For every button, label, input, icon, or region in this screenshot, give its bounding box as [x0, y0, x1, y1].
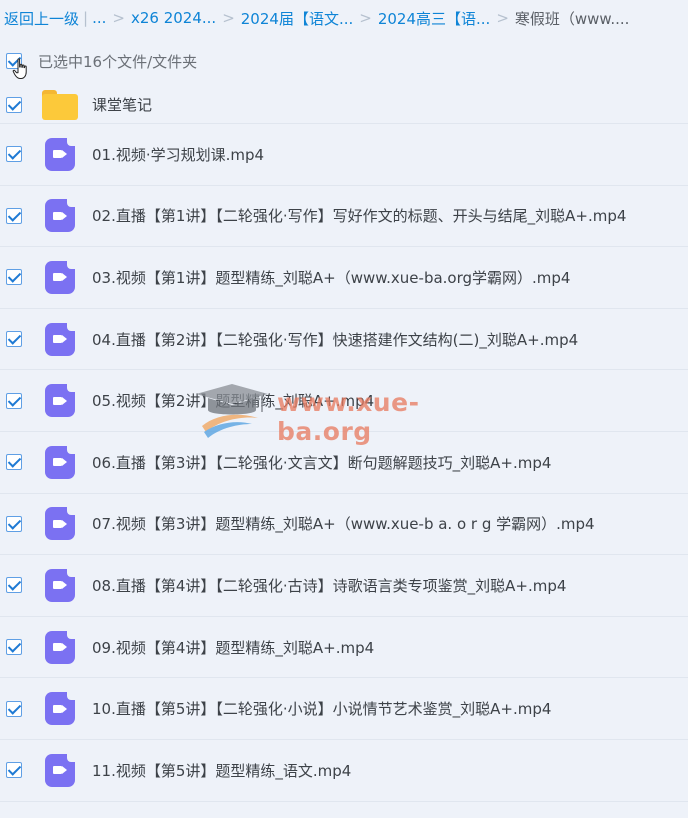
list-item[interactable]: 09.视频【第4讲】题型精练_刘聪A+.mp4 — [0, 617, 688, 679]
row-checkbox[interactable] — [6, 146, 22, 163]
list-item[interactable]: 11.视频【第5讲】题型精练_语文.mp4 — [0, 740, 688, 802]
video-file-icon — [42, 691, 78, 727]
list-item[interactable]: 10.直播【第5讲】【二轮强化·小说】小说情节艺术鉴赏_刘聪A+.mp4 — [0, 678, 688, 740]
list-item[interactable]: 06.直播【第3讲】【二轮强化·文言文】断句题解题技巧_刘聪A+.mp4 — [0, 432, 688, 494]
video-file-icon — [42, 444, 78, 480]
list-item[interactable]: 03.视频【第1讲】题型精练_刘聪A+（www.xue-ba.org学霸网）.m… — [0, 247, 688, 309]
selection-count-label: 已选中16个文件/文件夹 — [38, 52, 198, 71]
video-file-icon — [42, 383, 78, 419]
chevron-right-icon: > — [359, 9, 372, 27]
video-file-icon — [42, 321, 78, 357]
row-checkbox[interactable] — [6, 762, 22, 779]
file-list: 课堂笔记 01.视频·学习规划课.mp4 02.直播【第1讲】【二轮强化·写作】写… — [0, 86, 688, 802]
file-name: 04.直播【第2讲】【二轮强化·写作】快速搭建作文结构(二)_刘聪A+.mp4 — [92, 330, 579, 349]
row-checkbox[interactable] — [6, 392, 22, 409]
video-file-icon — [42, 198, 78, 234]
list-item[interactable]: 05.视频【第2讲】题型精练_刘聪A+.mp4 — [0, 370, 688, 432]
list-item[interactable]: 08.直播【第4讲】【二轮强化·古诗】诗歌语言类专项鉴赏_刘聪A+.mp4 — [0, 555, 688, 617]
row-checkbox[interactable] — [6, 331, 22, 348]
file-name: 01.视频·学习规划课.mp4 — [92, 145, 265, 164]
chevron-right-icon: > — [222, 9, 235, 27]
file-browser: 返回上一级 | ... > x26 2024... > 2024届【语文... … — [0, 0, 688, 818]
chevron-right-icon: > — [112, 9, 125, 27]
file-name: 05.视频【第2讲】题型精练_刘聪A+.mp4 — [92, 392, 375, 411]
breadcrumb-divider: | — [83, 9, 89, 27]
file-name: 02.直播【第1讲】【二轮强化·写作】写好作文的标题、开头与结尾_刘聪A+.mp… — [92, 207, 627, 226]
hand-cursor-icon — [12, 58, 27, 79]
video-file-icon — [42, 629, 78, 665]
list-item-folder[interactable]: 课堂笔记 — [0, 86, 688, 124]
row-checkbox[interactable] — [6, 515, 22, 532]
selection-bar: 已选中16个文件/文件夹 — [0, 36, 688, 86]
file-name: 11.视频【第5讲】题型精练_语文.mp4 — [92, 761, 352, 780]
breadcrumb-item[interactable]: 2024届【语文... — [241, 8, 353, 29]
video-file-icon — [42, 259, 78, 295]
breadcrumb-ellipsis[interactable]: ... — [92, 9, 106, 27]
row-checkbox[interactable] — [6, 207, 22, 224]
list-item[interactable]: 07.视频【第3讲】题型精练_刘聪A+（www.xue-b a. o r g 学… — [0, 494, 688, 556]
video-file-icon — [42, 752, 78, 788]
chevron-right-icon: > — [496, 9, 509, 27]
row-checkbox[interactable] — [6, 96, 22, 113]
file-name: 07.视频【第3讲】题型精练_刘聪A+（www.xue-b a. o r g 学… — [92, 515, 595, 534]
file-name: 10.直播【第5讲】【二轮强化·小说】小说情节艺术鉴赏_刘聪A+.mp4 — [92, 700, 552, 719]
file-name: 03.视频【第1讲】题型精练_刘聪A+（www.xue-ba.org学霸网）.m… — [92, 268, 571, 287]
row-checkbox[interactable] — [6, 577, 22, 594]
row-checkbox[interactable] — [6, 700, 22, 717]
folder-icon — [42, 87, 78, 123]
file-name: 06.直播【第3讲】【二轮强化·文言文】断句题解题技巧_刘聪A+.mp4 — [92, 453, 552, 472]
back-link[interactable]: 返回上一级 — [4, 8, 79, 29]
breadcrumb-current: 寒假班（www.... — [514, 9, 630, 28]
row-checkbox[interactable] — [6, 269, 22, 286]
list-item[interactable]: 04.直播【第2讲】【二轮强化·写作】快速搭建作文结构(二)_刘聪A+.mp4 — [0, 309, 688, 371]
row-checkbox[interactable] — [6, 454, 22, 471]
folder-name: 课堂笔记 — [92, 96, 153, 114]
video-file-icon — [42, 567, 78, 603]
video-file-icon — [42, 136, 78, 172]
list-item[interactable]: 01.视频·学习规划课.mp4 — [0, 124, 688, 186]
breadcrumb: 返回上一级 | ... > x26 2024... > 2024届【语文... … — [0, 0, 688, 36]
file-name: 08.直播【第4讲】【二轮强化·古诗】诗歌语言类专项鉴赏_刘聪A+.mp4 — [92, 576, 567, 595]
video-file-icon — [42, 506, 78, 542]
list-item[interactable]: 02.直播【第1讲】【二轮强化·写作】写好作文的标题、开头与结尾_刘聪A+.mp… — [0, 186, 688, 248]
breadcrumb-item[interactable]: 2024高三【语... — [378, 8, 490, 29]
file-name: 09.视频【第4讲】题型精练_刘聪A+.mp4 — [92, 638, 375, 657]
breadcrumb-item[interactable]: x26 2024... — [131, 9, 216, 27]
row-checkbox[interactable] — [6, 639, 22, 656]
